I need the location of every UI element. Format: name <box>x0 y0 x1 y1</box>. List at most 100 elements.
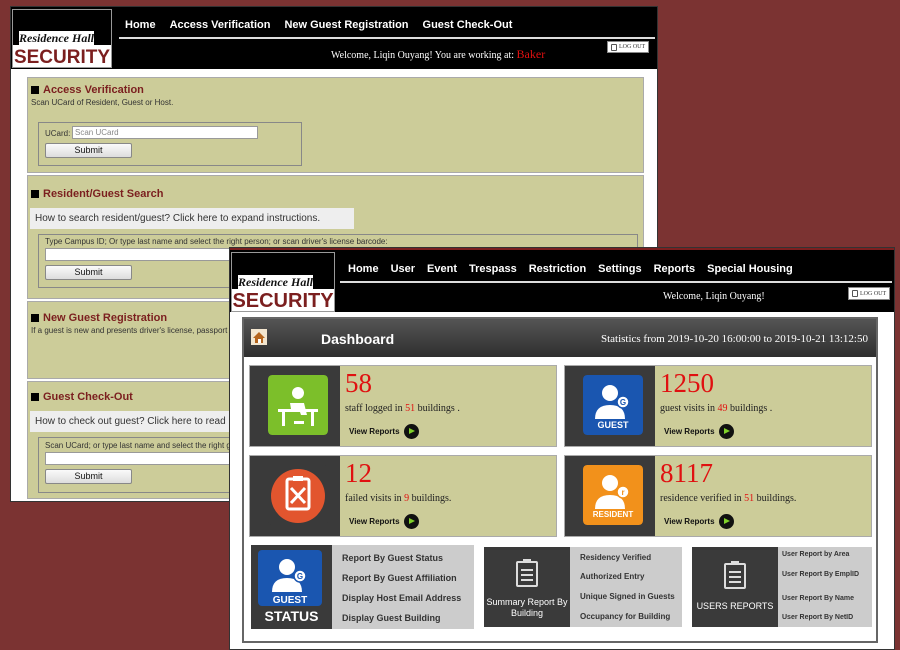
logout-button[interactable]: LOG OUT <box>848 287 891 300</box>
resident-icon-label: RESIDENT <box>592 510 634 519</box>
card-description: guest visits in 49 buildings . <box>660 403 773 414</box>
location-name: Baker <box>516 47 546 61</box>
nav-access-verification[interactable]: Access Verification <box>170 19 271 31</box>
failed-visit-count: 12 <box>345 458 372 488</box>
access-verification-section: Access Verification Scan UCard of Reside… <box>27 77 644 173</box>
residence-verified-count: 8117 <box>660 458 713 488</box>
clipboard-icon <box>724 561 746 589</box>
section-title: New Guest Registration <box>31 312 167 324</box>
logo-security: SECURITY <box>13 47 111 68</box>
nav-divider <box>340 281 892 283</box>
card-description: residence verified in 51 buildings. <box>660 493 797 504</box>
users-reports-tile[interactable]: USERS REPORTS <box>692 547 778 627</box>
access-submit-button[interactable]: Submit <box>45 143 132 158</box>
guest-status-links: Report By Guest Status Report By Guest A… <box>332 545 474 629</box>
nav-reports[interactable]: Reports <box>654 263 696 275</box>
dashboard-title: Dashboard <box>321 331 395 347</box>
ucard-label: UCard: <box>45 129 71 138</box>
card-tile <box>250 456 340 536</box>
ucard-input[interactable]: Scan UCard <box>72 126 258 139</box>
staff-logged-card: 58 staff logged in 51 buildings . View R… <box>249 365 557 447</box>
guest-visit-count: 1250 <box>660 368 714 398</box>
checkout-submit-button[interactable]: Submit <box>45 469 132 484</box>
play-icon <box>718 514 734 529</box>
main-nav: Home User Event Trespass Restriction Set… <box>348 263 793 275</box>
logo-security: SECURITY <box>232 290 334 312</box>
guest-visits-card: G GUEST 1250 guest visits in 49 building… <box>564 365 872 447</box>
lock-icon <box>852 290 858 297</box>
card-description: staff logged in 51 buildings . <box>345 403 460 414</box>
nav-home[interactable]: Home <box>125 19 156 31</box>
logout-button[interactable]: LOG OUT <box>607 41 650 53</box>
search-label: Type Campus ID; Or type last name and se… <box>45 237 388 246</box>
users-reports-links: User Report by Area User Report By EmplI… <box>778 547 872 627</box>
user-report-by-area-link[interactable]: User Report by Area <box>782 551 872 558</box>
authorized-entry-link[interactable]: Authorized Entry <box>580 572 682 581</box>
section-subtitle: Scan UCard of Resident, Guest or Host. <box>31 98 174 107</box>
summary-report-tile[interactable]: Summary Report By Building <box>484 547 570 627</box>
header-bar: Residence Hall SECURITY Home Access Veri… <box>11 7 657 69</box>
statistics-range: Statistics from 2019-10-20 16:00:00 to 2… <box>600 333 868 345</box>
ucard-fieldset: UCard: Scan UCard Submit <box>38 122 302 166</box>
svg-text:G: G <box>297 572 303 581</box>
dashboard-panel: Dashboard Statistics from 2019-10-20 16:… <box>242 317 878 643</box>
search-instructions-toggle[interactable]: How to search resident/guest? Click here… <box>30 208 354 229</box>
summary-caption: Summary Report By Building <box>486 597 568 618</box>
dashboard-header: Dashboard Statistics from 2019-10-20 16:… <box>244 319 876 357</box>
lock-icon <box>611 43 617 51</box>
user-report-by-netid-link[interactable]: User Report By NetID <box>782 614 872 621</box>
users-reports-caption: USERS REPORTS <box>696 601 774 611</box>
status-caption: STATUS <box>264 608 319 624</box>
view-reports-link[interactable]: View Reports <box>349 424 419 439</box>
nav-event[interactable]: Event <box>427 263 457 275</box>
welcome-message: Welcome, Liqin Ouyang! You are working a… <box>331 47 546 61</box>
report-by-guest-status-link[interactable]: Report By Guest Status <box>342 553 474 563</box>
security-logo[interactable]: Residence Hall SECURITY <box>231 252 335 312</box>
play-icon <box>403 514 419 529</box>
residence-verified-card: r RESIDENT 8117 residence verified in 51… <box>564 455 872 537</box>
staff-desk-icon <box>268 375 328 435</box>
section-subtitle: If a guest is new and presents driver's … <box>31 326 228 335</box>
guest-icon-label: GUEST <box>597 420 629 430</box>
residency-verified-link[interactable]: Residency Verified <box>580 553 682 562</box>
section-title: Access Verification <box>31 84 144 96</box>
nav-special-housing[interactable]: Special Housing <box>707 263 793 275</box>
failed-visits-card: 12 failed visits in 9 buildings. View Re… <box>249 455 557 537</box>
welcome-message: Welcome, Liqin Ouyang! <box>663 291 765 302</box>
logo-title: Residence Hall <box>238 275 313 290</box>
nav-restriction[interactable]: Restriction <box>529 263 586 275</box>
display-guest-building-link[interactable]: Display Guest Building <box>342 613 474 623</box>
nav-home[interactable]: Home <box>348 263 379 275</box>
nav-trespass[interactable]: Trespass <box>469 263 517 275</box>
display-host-email-link[interactable]: Display Host Email Address <box>342 593 474 603</box>
search-submit-button[interactable]: Submit <box>45 265 132 280</box>
view-reports-link[interactable]: View Reports <box>664 514 734 529</box>
security-logo[interactable]: Residence Hall SECURITY <box>12 9 112 68</box>
report-by-guest-affiliation-link[interactable]: Report By Guest Affiliation <box>342 573 474 583</box>
clipboard-icon <box>516 559 538 587</box>
view-reports-link[interactable]: View Reports <box>349 514 419 529</box>
logo-title: Residence Hall <box>19 31 94 46</box>
nav-user[interactable]: User <box>391 263 415 275</box>
unique-signed-in-guests-link[interactable]: Unique Signed in Guests <box>580 592 682 601</box>
user-report-by-name-link[interactable]: User Report By Name <box>782 595 872 602</box>
dashboard-window: Residence Hall SECURITY Home User Event … <box>229 247 895 650</box>
guest-status-icon: G GUEST <box>258 550 322 606</box>
svg-text:r: r <box>621 488 624 497</box>
staff-count: 58 <box>345 368 372 398</box>
nav-settings[interactable]: Settings <box>598 263 641 275</box>
nav-guest-check-out[interactable]: Guest Check-Out <box>423 19 513 31</box>
section-title: Guest Check-Out <box>31 391 133 403</box>
view-reports-link[interactable]: View Reports <box>664 424 734 439</box>
summary-report-links: Residency Verified Authorized Entry Uniq… <box>570 547 682 627</box>
checkout-instructions-toggle[interactable]: How to check out guest? Click here to re… <box>30 411 240 432</box>
guest-status-tile[interactable]: G GUEST STATUS <box>251 545 332 629</box>
nav-new-guest-registration[interactable]: New Guest Registration <box>284 19 408 31</box>
failed-visit-icon <box>268 465 328 525</box>
home-icon[interactable] <box>251 329 267 345</box>
checkout-label: Scan UCard; or type last name and select… <box>45 441 231 450</box>
occupancy-for-building-link[interactable]: Occupancy for Building <box>580 612 682 621</box>
header-bar: Residence Hall SECURITY Home User Event … <box>230 248 894 312</box>
user-report-by-emplid-link[interactable]: User Report By EmplID <box>782 571 872 578</box>
card-description: failed visits in 9 buildings. <box>345 493 452 504</box>
